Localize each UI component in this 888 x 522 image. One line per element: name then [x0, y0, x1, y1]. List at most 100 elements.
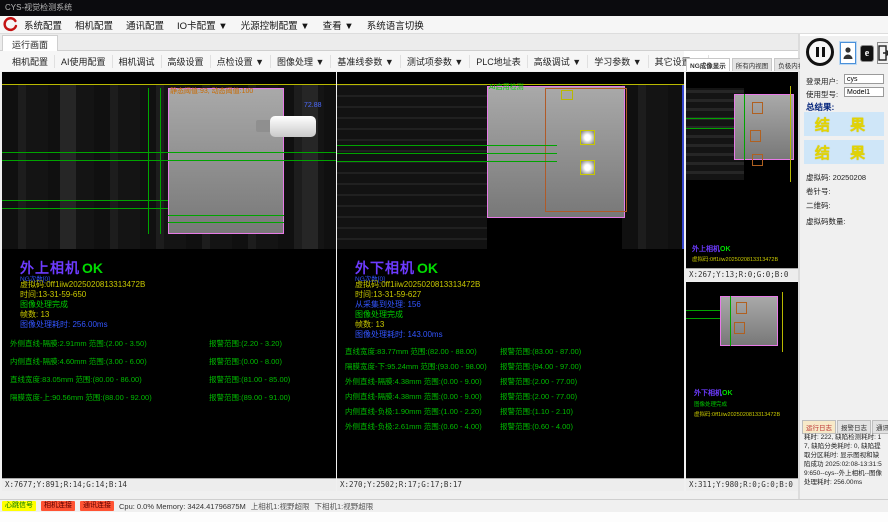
measure-line: [686, 318, 720, 319]
measurement-value: 直线宽度:83.05mm 范围:(80.00 - 86.00): [10, 374, 209, 385]
toolbar-item[interactable]: PLC地址表: [470, 55, 528, 68]
camera-canvas-outer-upper[interactable]: 静态阈值:93, 动态阈值:100 72.88 外上相机OK NG次数[0] 虚…: [2, 72, 336, 478]
toolbar-item[interactable]: AI使用配置: [55, 55, 113, 68]
user-icon: [843, 46, 853, 60]
result-info-lines: 虚拟码:0ff1iiw2025020813313472B 时间:13-31-59…: [355, 280, 480, 340]
measure-line: [686, 118, 734, 119]
log-tabs: 运行日志报警日志通讯日志: [802, 420, 888, 434]
toolbar-item[interactable]: 学习参数 ▼: [588, 55, 648, 68]
login-user-input[interactable]: [844, 74, 884, 84]
measure-line: [2, 160, 336, 161]
barcode-line: 虚拟码:0ff1iiw2025020813313472B: [355, 280, 480, 290]
led-spot: [580, 130, 595, 145]
right-view-tab[interactable]: NG成像显示: [686, 58, 730, 71]
e-mark-button[interactable]: e: [860, 45, 874, 62]
threshold-overlay-text: 静态阈值:93, 动态阈值:100: [170, 86, 253, 96]
led-spot: [580, 160, 595, 175]
toolbar-item[interactable]: 高级设置: [162, 55, 211, 68]
value-overlay-text: 72.88: [304, 102, 322, 109]
mini-result-title: 外下相机OK: [694, 388, 733, 398]
probe-object: [270, 116, 316, 137]
camera-view-outer-lower: AI启用检测 外下相机OK NG次数[0] 虚拟码:0ff1iiw2025020…: [337, 72, 684, 491]
menu-item[interactable]: 系统语言切换: [367, 18, 424, 32]
small-canvas-top[interactable]: 外上相机OK 虚拟码:0ff1iiw2025020813313472B: [686, 72, 798, 268]
edge-yellow-line: [782, 292, 783, 352]
right-view-tabs: NG成像显示所有内视图负极内视图: [686, 58, 798, 71]
log-tab[interactable]: 通讯日志: [872, 420, 888, 434]
menu-item[interactable]: IO卡配置 ▼: [177, 18, 228, 32]
application-window: CYS-视觉检测系统 系统配置相机配置通讯配置IO卡配置 ▼光源控制配置 ▼查看…: [0, 0, 888, 522]
comm-connection-badge: 通讯连接: [80, 501, 114, 511]
measurement-value: 外侧直线-隔膜:2.91mm 范围:(2.00 - 3.50): [10, 338, 209, 349]
toolbar-item[interactable]: 高级调试 ▼: [528, 55, 588, 68]
menu-item[interactable]: 相机配置: [75, 18, 113, 32]
menu-item[interactable]: 通讯配置: [126, 18, 164, 32]
app-logo-icon: [3, 17, 18, 32]
measure-line-vertical: [160, 88, 161, 234]
menu-item[interactable]: 查看 ▼: [323, 18, 354, 32]
result-ok-flag: OK: [722, 390, 733, 397]
detect-box: [561, 90, 573, 100]
exit-button[interactable]: [877, 42, 888, 64]
measure-line-vertical: [744, 94, 745, 160]
measurement-value: 隔膜宽度-下:95.24mm 范围:(93.00 - 98.00): [345, 361, 500, 372]
toolbar-item[interactable]: 相机配置: [6, 55, 55, 68]
measurement-alarm-range: 报警范围:(81.00 - 85.00): [209, 374, 290, 385]
coordinate-bar-middle: X:270;Y:2502;R:17;G:17;B:17: [337, 478, 684, 491]
result-ok-flag: OK: [720, 246, 731, 253]
pause-icon: [822, 47, 825, 57]
detect-box: [750, 130, 761, 142]
measurement-alarm-range: 报警范围:(1.10 - 2.10): [500, 406, 573, 417]
detect-rectangle: [545, 88, 627, 212]
measurement-value: 内侧直线-隔膜:4.60mm 范围:(3.00 - 6.00): [10, 356, 209, 367]
log-tab[interactable]: 报警日志: [837, 420, 871, 434]
total-result-box-2: 结 果: [804, 140, 884, 164]
toolbar-item[interactable]: 基准线参数 ▼: [331, 55, 400, 68]
menu-item[interactable]: 光源控制配置 ▼: [241, 18, 310, 32]
cell-region: [734, 94, 794, 160]
menu-item[interactable]: 系统配置: [24, 18, 62, 32]
small-canvas-bottom[interactable]: 外下相机OK 图像处理完成 虚拟码:0ff1iiw202502081331347…: [686, 282, 798, 478]
measure-line: [2, 200, 168, 201]
measurement-row: 直线宽度:83.05mm 范围:(80.00 - 86.00) 报警范围:(81…: [10, 374, 332, 385]
pixel-coordinates: X:267;Y:13;R:0;G:0;B:0: [689, 270, 788, 279]
measurement-alarm-range: 报警范围:(0.00 - 8.00): [209, 356, 282, 367]
measurement-row: 隔膜宽度-上:90.56mm 范围:(88.00 - 92.00) 报警范围:(…: [10, 392, 332, 403]
measure-line: [686, 310, 720, 311]
toolbar: 相机配置AI使用配置相机调试高级设置点检设置 ▼图像处理 ▼基准线参数 ▼测试项…: [0, 51, 684, 71]
toolbar-item[interactable]: 图像处理 ▼: [271, 55, 331, 68]
camera-name: 外下相机: [694, 390, 722, 397]
camera-warning-lower: 下相机1:视野超限: [315, 501, 374, 512]
coordinate-bar-right-bottom: X:311;Y:980;R:0;G:0;B:0: [686, 478, 798, 491]
camera-canvas-outer-lower[interactable]: AI启用检测 外下相机OK NG次数[0] 虚拟码:0ff1iiw2025020…: [337, 72, 684, 478]
model-input[interactable]: [844, 87, 884, 97]
needle-number-label: 卷针号:: [806, 186, 831, 197]
right-view-tab[interactable]: 所有内视图: [732, 58, 773, 71]
log-tab[interactable]: 运行日志: [802, 420, 836, 434]
measurement-alarm-range: 报警范围:(94.00 - 97.00): [500, 361, 581, 372]
toolbar-item[interactable]: 测试项参数 ▼: [401, 55, 470, 68]
window-titlebar: CYS-视觉检测系统: [0, 0, 888, 16]
coordinate-bar-right-top: X:267;Y:13;R:0;G:0;B:0: [686, 268, 798, 281]
pause-button[interactable]: [806, 38, 834, 66]
measurement-row: 外侧直线-负极:2.61mm 范围:(0.60 - 4.00) 报警范围:(0.…: [345, 421, 680, 432]
elapsed-line: 图像处理耗时: 256.00ms: [20, 320, 145, 330]
baseline-yellow-line: [2, 84, 336, 85]
ai-enabled-overlay-text: AI启用检测: [489, 82, 524, 92]
measurement-list: 外侧直线-隔膜:2.91mm 范围:(2.00 - 3.50) 报警范围:(2.…: [10, 338, 332, 410]
pause-icon: [816, 47, 819, 57]
toolbar-item[interactable]: 点检设置 ▼: [211, 55, 271, 68]
toolbar-item[interactable]: 相机调试: [113, 55, 162, 68]
login-user-label: 登录用户:: [806, 76, 838, 87]
measurement-value: 隔膜宽度-上:90.56mm 范围:(88.00 - 92.00): [10, 392, 209, 403]
measurement-value: 外侧直线-隔膜:4.38mm 范围:(0.00 - 9.00): [345, 376, 500, 387]
mini-barcode-line: 虚拟码:0ff1iiw2025020813313472B: [692, 255, 778, 263]
status-bar: 心跳信号 相机连接 通讯连接 Cpu: 0.0% Memory: 3424.41…: [0, 499, 888, 512]
frame-count-line: 帧数: 13: [355, 320, 480, 330]
status-line: 图像处理完成: [355, 310, 480, 320]
measure-line: [337, 161, 557, 162]
measurement-alarm-range: 报警范围:(2.20 - 3.20): [209, 338, 282, 349]
user-login-button[interactable]: [840, 42, 856, 64]
total-result-box-1: 结 果: [804, 112, 884, 136]
camera-connection-badge: 相机连接: [41, 501, 75, 511]
